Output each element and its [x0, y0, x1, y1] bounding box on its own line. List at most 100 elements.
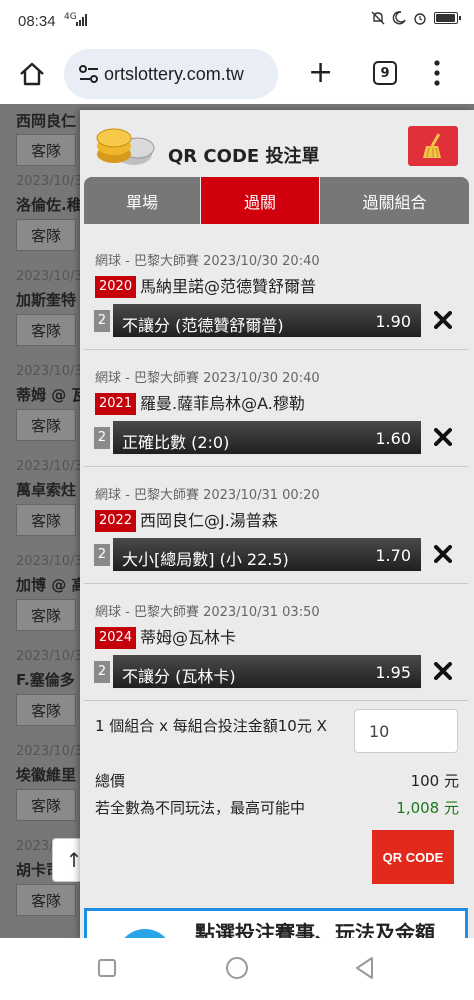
odds-value: 1.90: [375, 312, 411, 331]
tab-single[interactable]: 單場: [84, 177, 200, 224]
remove-bet-icon[interactable]: [434, 545, 452, 563]
home-button-icon[interactable]: [226, 957, 248, 979]
selection-label: 不讓分 (范德贊舒爾普): [122, 316, 284, 335]
list-item: 2023/10/3 蒂姆 @ 瓦客隊: [0, 354, 90, 449]
selection-bar[interactable]: 正確比數 (2:0) 1.60: [113, 421, 421, 456]
list-item: 西岡良仁 客隊: [0, 104, 90, 166]
tab-parlay-combo[interactable]: 過關組合: [320, 177, 469, 224]
selection-bar[interactable]: 不讓分 (瓦林卡) 1.95: [113, 655, 421, 690]
home-icon[interactable]: [18, 60, 46, 88]
away-team-button[interactable]: 客隊: [16, 694, 76, 726]
coins-icon: [96, 128, 155, 165]
tab-switcher-button[interactable]: 9: [373, 61, 397, 85]
alarm-icon: [414, 13, 426, 25]
background-match-list: 西岡良仁 客隊 2023/10/3 洛倫佐.稚 客隊 2023/10/3 加斯奎特 客隊 2…: [0, 104, 90, 924]
moon-icon: [392, 11, 406, 25]
bet-item: 網球 - 巴黎大師賽 2023/10/31 03:50 2024 蒂姆@瓦林卡 2 不讓…: [84, 587, 468, 701]
event-info: 網球 - 巴黎大師賽 2023/10/31 00:20: [95, 488, 320, 503]
bet-index-badge: 2: [94, 310, 110, 332]
remove-bet-icon[interactable]: [434, 428, 452, 446]
away-team-button[interactable]: 客隊: [16, 314, 76, 346]
match-date: 2023/10/3: [16, 554, 83, 569]
max-win-value: 1,008 元: [396, 799, 459, 817]
bet-index-badge: 2: [94, 544, 110, 566]
odds-value: 1.70: [375, 546, 411, 565]
promo-icon: [117, 929, 173, 938]
recent-apps-icon[interactable]: [98, 959, 116, 977]
match-name: 埃徽維里: [16, 766, 77, 784]
away-team-button[interactable]: 客隊: [16, 884, 76, 916]
back-icon[interactable]: [354, 956, 374, 980]
bet-item: 網球 - 巴黎大師賽 2023/10/30 20:40 2020 馬納里諾@范德贊舒…: [84, 236, 468, 350]
away-team-button[interactable]: 客隊: [16, 409, 76, 441]
event-info: 網球 - 巴黎大師賽 2023/10/30 20:40: [95, 371, 320, 386]
total-value: 100 元: [410, 772, 459, 790]
match-date: 2023/10/3: [16, 364, 83, 379]
new-tab-icon[interactable]: +: [308, 58, 333, 88]
match-name: 蒂姆 @ 瓦: [16, 386, 87, 404]
match-name: 加博 @ 高: [16, 576, 87, 594]
match-name: 西岡良仁: [16, 112, 77, 130]
promo-banner[interactable]: 點選投注賽事、玩法及金額: [84, 908, 468, 938]
network-type: 4G: [64, 12, 77, 22]
system-nav-bar: [0, 938, 474, 1000]
remove-bet-icon[interactable]: [434, 311, 452, 329]
signal-icon: [76, 14, 87, 26]
list-item: 2023/10/3 加斯奎特客隊: [0, 259, 90, 354]
match-name: F.塞倫多: [16, 671, 75, 689]
combo-description: 1 個組合 x 每組合投注金額10元 X: [95, 717, 327, 735]
selection-label: 大小[總局數] (小 22.5): [122, 550, 289, 569]
selection-bar[interactable]: 不讓分 (范德贊舒爾普) 1.90: [113, 304, 421, 339]
tab-parlay[interactable]: 過關: [201, 177, 319, 224]
match-name: 加斯奎特: [16, 291, 77, 309]
panel-header: QR CODE 投注單: [80, 110, 474, 176]
list-item: 2023/10/3 萬卓索炷客隊: [0, 449, 90, 544]
remove-bet-icon[interactable]: [434, 662, 452, 680]
bet-type-tabs: 單場 過關 過關組合: [84, 177, 469, 224]
away-team-button[interactable]: 客隊: [16, 134, 76, 166]
total-row: 總價 100 元: [95, 770, 459, 791]
away-team-button[interactable]: 客隊: [16, 599, 76, 631]
max-win-row: 若全數為不同玩法，最高可能中 1,008 元: [95, 797, 459, 818]
away-team-button[interactable]: 客隊: [16, 219, 76, 251]
url-text[interactable]: ortslottery.com.tw: [104, 64, 244, 85]
qr-code-button[interactable]: QR CODE: [372, 830, 454, 884]
selection-label: 正確比數 (2:0): [122, 433, 230, 452]
odds-value: 1.95: [375, 663, 411, 682]
selection-bar[interactable]: 大小[總局數] (小 22.5) 1.70: [113, 538, 421, 573]
total-label: 總價: [95, 772, 126, 790]
event-info: 網球 - 巴黎大師賽 2023/10/30 20:40: [95, 254, 320, 269]
match-date: 2023/10/3: [16, 744, 83, 759]
address-bar[interactable]: ortslottery.com.tw: [64, 49, 278, 99]
clear-slip-button[interactable]: [408, 126, 458, 166]
bet-item: 網球 - 巴黎大師賽 2023/10/31 00:20 2022 西岡良仁@J.湯普…: [84, 470, 468, 584]
match-title: 羅曼.薩菲烏林@A.穆勒: [140, 394, 305, 413]
amount-input[interactable]: [354, 709, 458, 753]
match-date: 2023/10/3: [16, 174, 83, 189]
bet-index-badge: 2: [94, 427, 110, 449]
event-info: 網球 - 巴黎大師賽 2023/10/31 03:50: [95, 605, 320, 620]
bet-index-badge: 2: [94, 661, 110, 683]
more-menu-icon[interactable]: [427, 58, 447, 88]
site-settings-icon[interactable]: [78, 64, 100, 84]
match-date: 2023/10/3: [16, 649, 83, 664]
match-date: 2023/10/3: [16, 269, 83, 284]
panel-title: QR CODE 投注單: [168, 146, 320, 167]
list-item: 2023/10/3 埃徽維里客隊: [0, 734, 90, 829]
status-bar: 08:34 4G: [0, 0, 474, 46]
match-name: 萬卓索炷: [16, 481, 77, 499]
browser-toolbar: ortslottery.com.tw + 9: [0, 46, 474, 104]
match-code-badge: 2021: [95, 393, 137, 415]
combo-row: 1 個組合 x 每組合投注金額10元 X: [84, 700, 468, 762]
bet-item: 網球 - 巴黎大師賽 2023/10/30 20:40 2021 羅曼.薩菲烏林@A…: [84, 353, 468, 467]
match-code-badge: 2020: [95, 276, 137, 298]
max-win-label: 若全數為不同玩法，最高可能中: [95, 799, 306, 817]
away-team-button[interactable]: 客隊: [16, 789, 76, 821]
away-team-button[interactable]: 客隊: [16, 504, 76, 536]
match-date: 2023/10/3: [16, 459, 83, 474]
promo-text: 點選投注賽事、玩法及金額: [195, 921, 435, 938]
list-item: 2023/10/3 洛倫佐.稚 客隊: [0, 164, 90, 259]
match-code-badge: 2024: [95, 627, 137, 649]
list-item: 2023/10/3 F.塞倫多客隊: [0, 639, 90, 734]
selection-label: 不讓分 (瓦林卡): [122, 667, 236, 686]
